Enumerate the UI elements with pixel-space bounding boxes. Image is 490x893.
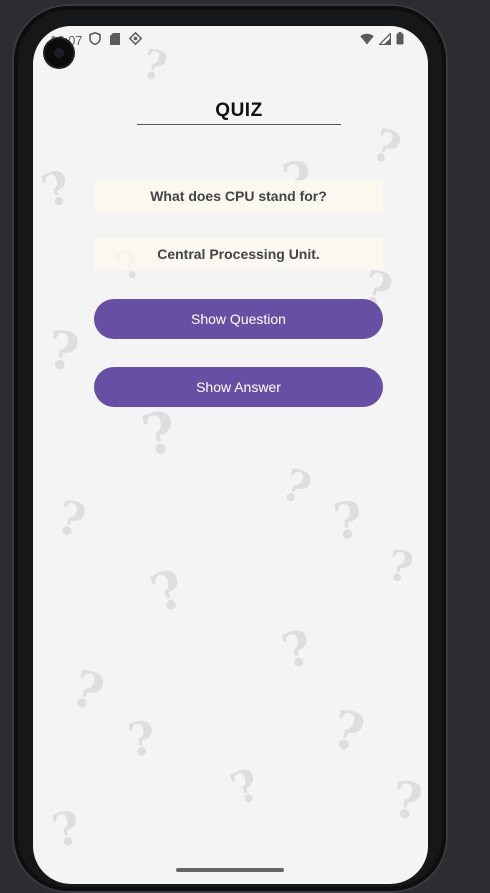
volume-button <box>449 222 453 264</box>
wifi-icon <box>360 33 374 44</box>
signal-icon <box>379 32 391 45</box>
front-camera <box>45 39 73 67</box>
status-bar: 12:07 <box>33 26 428 67</box>
show-question-button[interactable]: Show Question <box>94 299 383 339</box>
shield-icon <box>89 32 101 45</box>
device-screen: ? ? ? ? ? ? ? ? ? ? ? ? ? ? ? ? ? ? ? ? … <box>33 26 428 884</box>
answer-text: Central Processing Unit. <box>94 238 383 270</box>
emulator-stage: ? ? ? ? ? ? ? ? ? ? ? ? ? ? ? ? ? ? ? ? … <box>0 0 490 893</box>
notification-icons <box>89 32 142 45</box>
battery-icon <box>396 32 404 45</box>
question-mark-background: ? ? ? ? ? ? ? ? ? ? ? ? ? ? ? ? ? ? ? ? <box>35 40 426 859</box>
page-title: QUIZ <box>215 100 263 121</box>
show-answer-button[interactable]: Show Answer <box>94 367 383 407</box>
system-status-icons <box>360 32 404 45</box>
question-text: What does CPU stand for? <box>94 180 383 212</box>
gesture-nav-bar[interactable] <box>176 868 284 872</box>
debug-icon <box>129 32 142 45</box>
sd-card-icon <box>110 32 120 45</box>
title-underline <box>137 124 341 125</box>
power-button <box>449 345 453 470</box>
